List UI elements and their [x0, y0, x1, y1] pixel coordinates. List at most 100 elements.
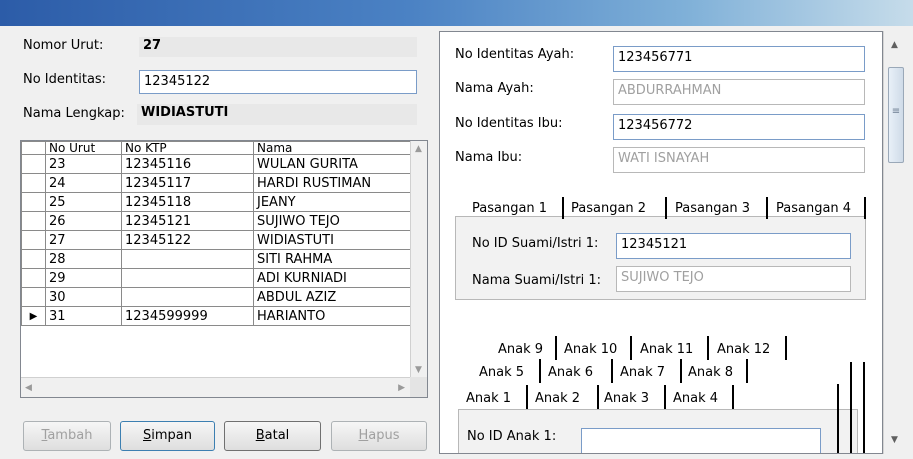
scroll-up-arrow-icon[interactable]: ▲ — [891, 39, 898, 51]
grid-horizontal-scrollbar[interactable]: ◀ ▶ — [21, 377, 411, 397]
no-identitas-label: No Identitas: — [23, 72, 107, 87]
cell-no-ktp — [121, 249, 254, 269]
detail-panel: No Identitas Ayah: 123456771 Nama Ayah: … — [439, 31, 883, 454]
tab-anak-2[interactable]: Anak 2 — [535, 389, 580, 409]
tab-anak-1[interactable]: Anak 1 — [466, 389, 511, 409]
scrollbar-corner — [410, 377, 427, 397]
batal-button[interactable]: Batal — [224, 421, 321, 451]
tab-anak-8[interactable]: Anak 8 — [688, 363, 733, 383]
column-header-no-ktp[interactable]: No KTP — [121, 141, 254, 155]
tab-anak-6[interactable]: Anak 6 — [548, 363, 593, 383]
tab-separator — [597, 385, 599, 409]
window-title-bar — [0, 0, 913, 26]
table-row[interactable]: 24 12345117 HARDI RUSTIMAN — [21, 173, 411, 193]
cell-no-ktp — [121, 287, 254, 307]
scroll-down-arrow-icon[interactable]: ▼ — [415, 364, 422, 376]
tab-anak-9[interactable]: Anak 9 — [498, 340, 543, 360]
scroll-thumb[interactable]: ≡ — [888, 67, 904, 163]
no-identitas-input[interactable]: 12345122 — [139, 70, 417, 94]
cell-nama: SUJIWO TEJO — [253, 211, 411, 231]
table-row[interactable]: 30 ABDUL AZIZ — [21, 287, 411, 307]
nama-ibu-input[interactable]: WATI ISNAYAH — [613, 147, 865, 173]
column-header-no-urut[interactable]: No Urut — [45, 141, 122, 155]
hapus-button[interactable]: Hapus — [331, 421, 427, 451]
grid-header-row: No Urut No KTP Nama — [21, 141, 411, 155]
nama-ayah-label: Nama Ayah: — [455, 81, 534, 96]
scroll-left-arrow-icon[interactable]: ◀ — [25, 382, 32, 394]
cell-nama: HARDI RUSTIMAN — [253, 173, 411, 193]
table-row[interactable]: 25 12345118 JEANY — [21, 192, 411, 212]
scroll-right-arrow-icon[interactable]: ▶ — [398, 382, 405, 394]
scroll-down-arrow-icon[interactable]: ▼ — [891, 434, 898, 446]
data-grid[interactable]: No Urut No KTP Nama 23 12345116 WULAN GURI… — [20, 140, 428, 398]
tab-pasangan-4[interactable]: Pasangan 4 — [776, 199, 851, 219]
tab-separator — [630, 336, 632, 360]
detail-panel-scrollbar[interactable]: ▲ ≡ ▼ — [883, 31, 908, 454]
cell-nama: WULAN GURITA — [253, 154, 411, 174]
tab-anak-12[interactable]: Anak 12 — [717, 340, 770, 360]
id-pasangan-input[interactable]: 12345121 — [616, 233, 851, 259]
tab-separator — [864, 197, 866, 219]
tab-anak-11[interactable]: Anak 11 — [640, 340, 693, 360]
table-row[interactable]: 26 12345121 SUJIWO TEJO — [21, 211, 411, 231]
cell-nama: ABDUL AZIZ — [253, 287, 411, 307]
id-ibu-input[interactable]: 123456772 — [613, 114, 865, 140]
id-anak-input[interactable] — [581, 428, 821, 453]
simpan-button[interactable]: Simpan — [120, 421, 215, 451]
tab-anak-4[interactable]: Anak 4 — [673, 389, 718, 409]
tab-separator — [562, 197, 564, 219]
id-ayah-input[interactable]: 123456771 — [613, 46, 865, 72]
nomor-urut-value: 27 — [139, 37, 417, 57]
tab-pasangan-2[interactable]: Pasangan 2 — [571, 199, 646, 219]
cell-nama: JEANY — [253, 192, 411, 212]
table-row[interactable]: 29 ADI KURNIADI — [21, 268, 411, 288]
table-row[interactable]: ▶ 31 1234599999 HARIANTO — [21, 306, 411, 326]
tambah-button[interactable]: Tambah — [23, 421, 111, 451]
tab-separator — [539, 359, 541, 383]
tab-separator — [611, 359, 613, 383]
cell-nama: WIDIASTUTI — [253, 230, 411, 250]
cell-no-urut: 30 — [45, 287, 122, 307]
tab-separator — [707, 336, 709, 360]
tab-pasangan-3[interactable]: Pasangan 3 — [675, 199, 750, 219]
tab-anak-10[interactable]: Anak 10 — [564, 340, 617, 360]
tab-separator — [746, 359, 748, 383]
table-row[interactable]: 28 SITI RAHMA — [21, 249, 411, 269]
tab-anak-7[interactable]: Anak 7 — [620, 363, 665, 383]
scroll-up-arrow-icon[interactable]: ▲ — [415, 143, 422, 155]
cell-no-ktp — [121, 268, 254, 288]
cell-no-urut: 26 — [45, 211, 122, 231]
id-ibu-label: No Identitas Ibu: — [455, 116, 563, 131]
tab-pasangan-1[interactable]: Pasangan 1 — [472, 199, 547, 219]
tab-stack-edge — [837, 384, 839, 453]
tab-anak-5[interactable]: Anak 5 — [479, 363, 524, 383]
id-ayah-label: No Identitas Ayah: — [455, 47, 575, 62]
nama-ibu-label: Nama Ibu: — [455, 150, 523, 165]
cell-no-urut: 28 — [45, 249, 122, 269]
grid-vertical-scrollbar[interactable]: ▲ ▼ — [410, 141, 427, 378]
tab-separator — [766, 197, 768, 219]
cell-no-urut: 25 — [45, 192, 122, 212]
column-header-nama[interactable]: Nama — [253, 141, 411, 155]
nama-pasangan-input[interactable]: SUJIWO TEJO — [616, 266, 851, 292]
cell-no-urut: 27 — [45, 230, 122, 250]
cell-no-ktp: 12345121 — [121, 211, 254, 231]
grip-icon: ≡ — [891, 106, 901, 117]
cell-no-urut: 23 — [45, 154, 122, 174]
nama-lengkap-label: Nama Lengkap: — [23, 106, 125, 121]
table-row[interactable]: 27 12345122 WIDIASTUTI — [21, 230, 411, 250]
id-anak-label: No ID Anak 1: — [467, 429, 557, 444]
cell-no-ktp: 1234599999 — [121, 306, 254, 326]
cell-no-ktp: 12345122 — [121, 230, 254, 250]
tab-anak-3[interactable]: Anak 3 — [604, 389, 649, 409]
tab-stack-edge — [850, 362, 852, 453]
cell-nama: SITI RAHMA — [253, 249, 411, 269]
cell-no-urut: 31 — [45, 306, 122, 326]
table-row[interactable]: 23 12345116 WULAN GURITA — [21, 154, 411, 174]
tab-stack-edge — [863, 362, 865, 453]
cell-no-ktp: 12345116 — [121, 154, 254, 174]
cell-no-urut: 29 — [45, 268, 122, 288]
nama-pasangan-label: Nama Suami/Istri 1: — [472, 273, 602, 288]
nama-ayah-input[interactable]: ABDURRAHMAN — [613, 79, 865, 105]
tab-separator — [555, 336, 557, 360]
